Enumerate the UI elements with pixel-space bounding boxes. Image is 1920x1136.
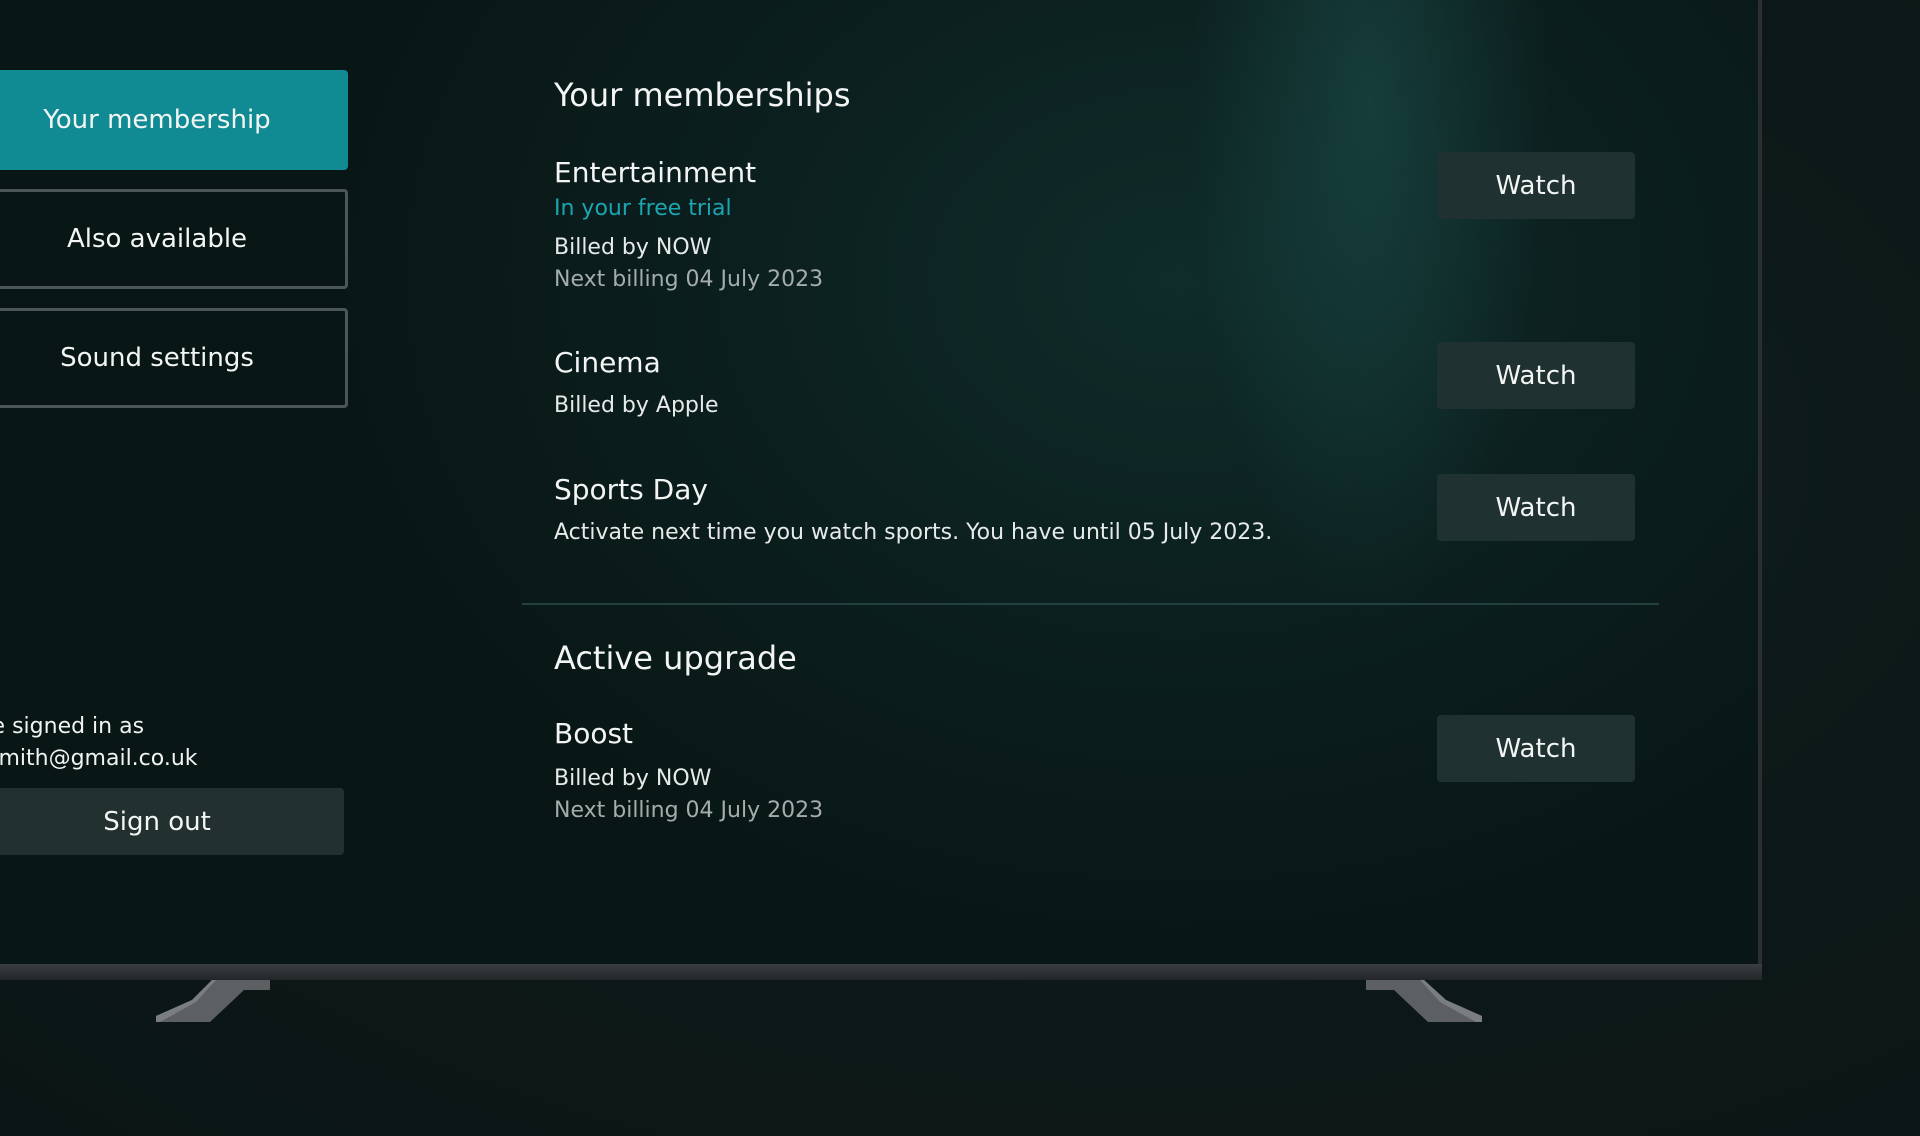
membership-description: Activate next time you watch sports. You…	[554, 520, 1273, 545]
tv-stand-right	[1366, 980, 1482, 1022]
membership-billed-by: Billed by NOW	[554, 235, 712, 260]
watch-button-label: Watch	[1495, 733, 1577, 764]
sidebar-item-label: Also available	[66, 224, 248, 254]
watch-button-sports-day[interactable]: Watch	[1437, 474, 1635, 541]
section-divider	[522, 603, 1659, 605]
upgrade-billed-by: Billed by NOW	[554, 766, 712, 791]
tv-screen: Your membership Also available Sound set…	[0, 0, 1758, 964]
tv-bezel-bottom	[0, 964, 1762, 980]
sidebar-item-also-available[interactable]: Also available	[0, 189, 348, 289]
membership-name: Entertainment	[554, 156, 757, 189]
watch-button-cinema[interactable]: Watch	[1437, 342, 1635, 409]
membership-name: Sports Day	[554, 473, 708, 506]
tv-frame: Your membership Also available Sound set…	[0, 0, 1762, 980]
watch-button-label: Watch	[1495, 360, 1577, 391]
upgrade-title: Active upgrade	[554, 639, 797, 677]
sidebar-item-label: Your membership	[43, 105, 271, 135]
signed-in-email: _smith@gmail.co.uk	[0, 746, 198, 771]
tv-stand-left	[156, 980, 270, 1022]
membership-billed-by: Billed by Apple	[554, 393, 719, 418]
memberships-title: Your memberships	[554, 76, 851, 114]
watch-button-label: Watch	[1495, 170, 1577, 201]
sign-out-label: Sign out	[103, 806, 211, 837]
sidebar-item-your-membership[interactable]: Your membership	[0, 70, 348, 170]
membership-name: Cinema	[554, 346, 661, 379]
upgrade-next-billing: Next billing 04 July 2023	[554, 798, 824, 823]
membership-status: In your free trial	[554, 196, 732, 221]
watch-button-entertainment[interactable]: Watch	[1437, 152, 1635, 219]
upgrade-name: Boost	[554, 717, 634, 750]
signed-in-label: ’re signed in as	[0, 714, 145, 739]
signed-in-info: ’re signed in as _smith@gmail.co.uk	[0, 711, 198, 775]
watch-button-boost[interactable]: Watch	[1437, 715, 1635, 782]
watch-button-label: Watch	[1495, 492, 1577, 523]
sign-out-button[interactable]: Sign out	[0, 788, 344, 855]
tv-scene: Your membership Also available Sound set…	[0, 0, 1920, 1136]
membership-next-billing: Next billing 04 July 2023	[554, 267, 824, 292]
sidebar-item-label: Sound settings	[60, 343, 254, 373]
sidebar-item-sound-settings[interactable]: Sound settings	[0, 308, 348, 408]
